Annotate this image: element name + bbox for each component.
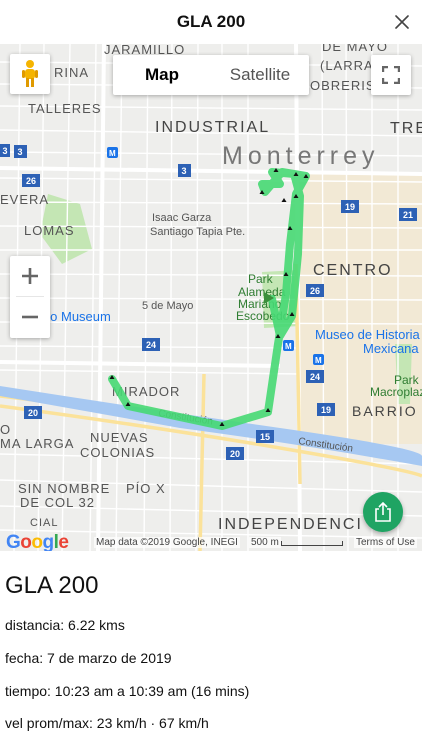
fullscreen-icon xyxy=(382,66,400,84)
scale-label: 500 m xyxy=(249,537,281,548)
zoom-in-button[interactable] xyxy=(10,256,50,296)
map-label: TALLERES xyxy=(28,101,102,116)
map-label: SIN NOMBRE xyxy=(18,481,110,496)
map-label: Santiago Tapia Pte. xyxy=(150,226,245,238)
svg-text:M: M xyxy=(315,356,322,365)
trip-speed: vel prom/max: 23 km/h · 67 km/h xyxy=(5,715,209,731)
google-logo: Google xyxy=(6,532,69,551)
plus-icon xyxy=(22,268,38,284)
map-label: NUEVAS xyxy=(90,430,149,445)
map-label: EVERA xyxy=(0,192,49,207)
svg-text:M: M xyxy=(285,342,292,351)
map-type-map-button[interactable]: Map xyxy=(113,55,211,95)
zoom-out-button[interactable] xyxy=(10,297,50,337)
map-label: DE COL 32 xyxy=(20,495,95,510)
road-shield: 19 xyxy=(345,202,355,212)
map-type-satellite-button[interactable]: Satellite xyxy=(211,55,309,95)
page-title: GLA 200 xyxy=(176,12,246,31)
map-label: BARRIO xyxy=(352,403,418,419)
map-label: LOMAS xyxy=(24,223,75,238)
map-view[interactable]: M M M 3 3 3 26 19 21 26 24 24 19 20 15 2… xyxy=(0,44,422,551)
map-label: CENTRO xyxy=(313,262,393,279)
road-shield: 26 xyxy=(310,286,320,296)
map-data-credit: Map data ©2019 Google, INEGI xyxy=(94,537,240,548)
road-shield: 24 xyxy=(310,372,320,382)
road-shield: 21 xyxy=(403,210,413,220)
top-bar: GLA 200 xyxy=(0,0,422,44)
map-canvas[interactable]: M M M 3 3 3 26 19 21 26 24 24 19 20 15 2… xyxy=(0,44,422,551)
terms-of-use-link[interactable]: Terms of Use xyxy=(354,537,417,548)
map-label: Isaac Garza xyxy=(152,212,212,224)
map-label: OBRERIS xyxy=(310,78,376,93)
road-shield: 24 xyxy=(146,340,156,350)
map-label: DE MAYO xyxy=(322,44,388,54)
map-label: COLONIAS xyxy=(80,445,155,460)
map-label: O xyxy=(0,422,11,437)
trip-distance: distancia: 6.22 kms xyxy=(5,617,125,633)
map-label: 5 de Mayo xyxy=(142,300,193,312)
road-shield: 20 xyxy=(28,408,38,418)
close-icon xyxy=(395,15,409,29)
map-label: TRE xyxy=(390,120,422,137)
map-label: Monterrey xyxy=(222,142,380,170)
trip-date: fecha: 7 de marzo de 2019 xyxy=(5,650,172,666)
map-label: Mexicana xyxy=(363,341,419,356)
road-shield: 3 xyxy=(2,146,7,156)
road-shield: 15 xyxy=(260,432,270,442)
svg-text:M: M xyxy=(109,149,116,158)
share-icon xyxy=(375,502,391,522)
road-shield: 20 xyxy=(230,449,240,459)
road-shield: 26 xyxy=(26,176,36,186)
share-button[interactable] xyxy=(363,492,403,532)
map-label: INDUSTRIAL xyxy=(155,119,270,136)
street-view-button[interactable] xyxy=(10,54,50,94)
fullscreen-button[interactable] xyxy=(371,55,411,95)
map-label: CIAL xyxy=(30,517,58,529)
map-label: Park xyxy=(248,272,274,286)
trip-time: tiempo: 10:23 am a 10:39 am (16 mins) xyxy=(5,683,250,699)
close-button[interactable] xyxy=(388,8,416,36)
road-shield: 3 xyxy=(181,166,186,176)
trip-title: GLA 200 xyxy=(5,572,99,599)
map-label: Macroplaza xyxy=(370,385,422,399)
road-shield: 19 xyxy=(321,405,331,415)
map-label: Museo de Historia xyxy=(315,327,421,342)
road-shield: 3 xyxy=(17,147,22,157)
map-attribution: Google Map data ©2019 Google, INEGI 500 … xyxy=(0,532,422,551)
scale-bar xyxy=(281,541,343,546)
map-label: RINA xyxy=(54,65,89,80)
minus-icon xyxy=(22,315,38,319)
map-label: PÍO X xyxy=(126,481,166,496)
pegman-icon xyxy=(22,60,38,87)
trip-details: GLA 200 distancia: 6.22 kms fecha: 7 de … xyxy=(0,551,422,750)
map-type-control: Map Satellite xyxy=(113,55,309,95)
zoom-control xyxy=(10,256,50,338)
map-label: (LARRA xyxy=(320,58,374,73)
map-label: INDEPENDENCI xyxy=(218,516,363,533)
map-label: MA LARGA xyxy=(0,436,74,451)
